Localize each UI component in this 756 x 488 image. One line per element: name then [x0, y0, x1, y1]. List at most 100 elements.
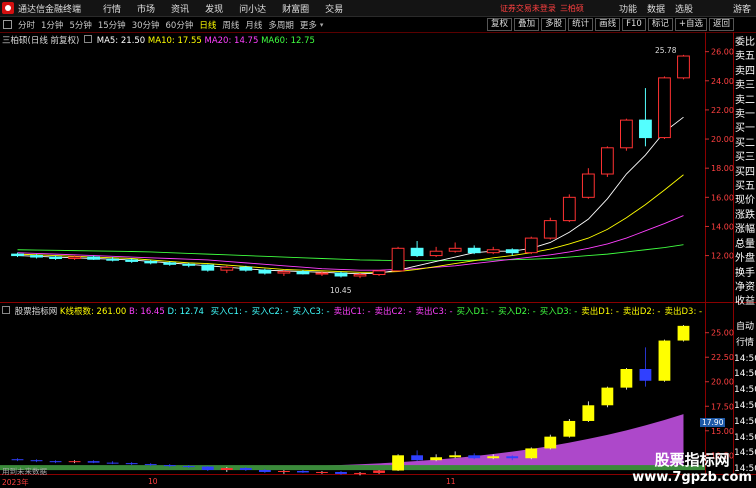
indicator-bar [68, 461, 81, 463]
candle-body [543, 220, 557, 239]
indicator-bar [677, 325, 690, 341]
high-price-label: 25.78 [655, 46, 677, 55]
candle-body [391, 247, 405, 272]
candlesticks [11, 54, 690, 279]
indicator-bar [182, 466, 195, 468]
candle-body [334, 272, 348, 277]
indicator-bar [354, 472, 366, 474]
indicator-bar [125, 463, 138, 465]
side-label: 卖四 [735, 65, 755, 77]
indicator-tick-label: 15.00 [711, 427, 734, 436]
candle-body [620, 119, 633, 149]
price-tick-label: 18.00 [711, 164, 734, 173]
side-label: 卖二 [735, 94, 755, 106]
ma5-value: MA5: 21.50 [96, 36, 146, 46]
side-label: 买一 [735, 123, 755, 135]
indicator-bar [297, 470, 309, 473]
indicator-bar [601, 387, 614, 406]
candle-body [315, 272, 329, 275]
candle-body [600, 147, 614, 175]
signal-item: 卖出C3: - [415, 307, 453, 317]
candle-body [68, 256, 81, 259]
candle-body [410, 247, 424, 257]
candle-body [220, 266, 234, 271]
indicator-bar [468, 455, 481, 459]
side-label: 14:50 [734, 432, 756, 443]
candle-body [524, 237, 538, 254]
indicator-bar [87, 461, 100, 463]
side-label: 涨幅 [735, 224, 755, 236]
signal-item: 卖出D1: - [581, 307, 619, 317]
indicator-bar [258, 470, 271, 472]
side-label: 14:50 [734, 400, 756, 411]
indicator-toggle-icon[interactable] [2, 306, 10, 314]
panel-separator [0, 302, 756, 303]
candle-body [658, 77, 671, 139]
candle-body [429, 250, 443, 257]
indicator-name: 股票指标网 [14, 307, 58, 317]
chart-grid [0, 32, 756, 475]
indicator-bar [220, 468, 233, 470]
axis-divider [705, 32, 706, 474]
indicator-tick-label: 20.00 [711, 378, 734, 387]
signal-item: 买入D1: - [456, 307, 495, 317]
indicator-bar [506, 456, 519, 459]
stock-title: 三柏硕(日线 前复权) [2, 36, 80, 46]
indicator-tick-label: 17.50 [711, 402, 734, 411]
price-tick-label: 26.00 [711, 48, 734, 57]
date-label-nov: 11 [446, 477, 456, 486]
kline-chart[interactable]: 26.00 24.00 22.00 20.00 18.00 16.00 14.00 12.00… [0, 0, 756, 487]
candle-body [372, 270, 386, 276]
candle-body [677, 55, 690, 79]
indicator-tick-label: 22.50 [711, 353, 734, 362]
date-label-oct: 10 [148, 477, 158, 486]
indicator-bar [49, 461, 62, 463]
signal-item: 买入D3: - [539, 307, 578, 317]
candle-body [277, 271, 291, 274]
watermark-title: 股票指标网 [654, 451, 730, 469]
side-label: 买五 [735, 181, 755, 193]
ma-legend: 三柏硕(日线 前复权) MA5: 21.50 MA10: 17.55 MA20:… [2, 34, 315, 46]
side-label: 涨跌 [735, 209, 755, 221]
price-tick-label: 22.00 [711, 106, 734, 115]
watermark: 股票指标网 www.7gpzb.com [632, 449, 752, 485]
indicator-bar [201, 466, 214, 470]
indicator-bar [278, 470, 290, 472]
indicator-bar [106, 462, 119, 464]
side-label: 卖一 [735, 109, 755, 121]
price-tick-label: 12.00 [711, 252, 734, 261]
side-label: 行情 [735, 337, 754, 348]
indicator-bar [620, 368, 633, 388]
signal-item: 卖出C1: - [333, 307, 371, 317]
price-tick-label: 14.00 [711, 222, 734, 231]
candle-body [49, 256, 62, 259]
candle-body [201, 264, 215, 271]
price-axis: 26.00 24.00 22.00 20.00 18.00 16.00 14.00 12.00… [705, 48, 734, 460]
indicator-bar [487, 456, 500, 459]
ma-toggle-icon[interactable] [84, 35, 93, 43]
watermark-url: www.7gpzb.com [632, 470, 752, 485]
signal-item: 卖出D2: - [622, 307, 661, 317]
side-label: 外盘 [735, 253, 755, 265]
signal-item: 买入C3: - [292, 307, 330, 317]
indicator-bar [563, 420, 576, 437]
candle-body [163, 262, 177, 265]
signal-item: 买入C2: - [251, 307, 289, 317]
indicator-bar [373, 470, 385, 473]
indicator-bar [144, 464, 157, 466]
side-label: 总量 [735, 238, 755, 250]
candle-body [296, 271, 310, 275]
candle-body [467, 247, 481, 254]
indicator-bars [0, 325, 705, 476]
signal-item: 卖出C2: - [374, 307, 412, 317]
candle-body [486, 249, 500, 254]
candle-body [144, 260, 158, 264]
separator-line [0, 32, 756, 33]
indicator-bar [392, 455, 404, 471]
candle-body [505, 249, 519, 254]
side-label: 净资 [735, 281, 755, 293]
signal-item: 卖出D3: - [664, 307, 703, 317]
indicator-bar [335, 471, 347, 474]
signal-items: 买入C1: - 买入C2: - 买入C3: - 卖出C1: - 卖出C2: - 卖出C3:… [207, 307, 706, 317]
indicator-bar [658, 340, 671, 381]
